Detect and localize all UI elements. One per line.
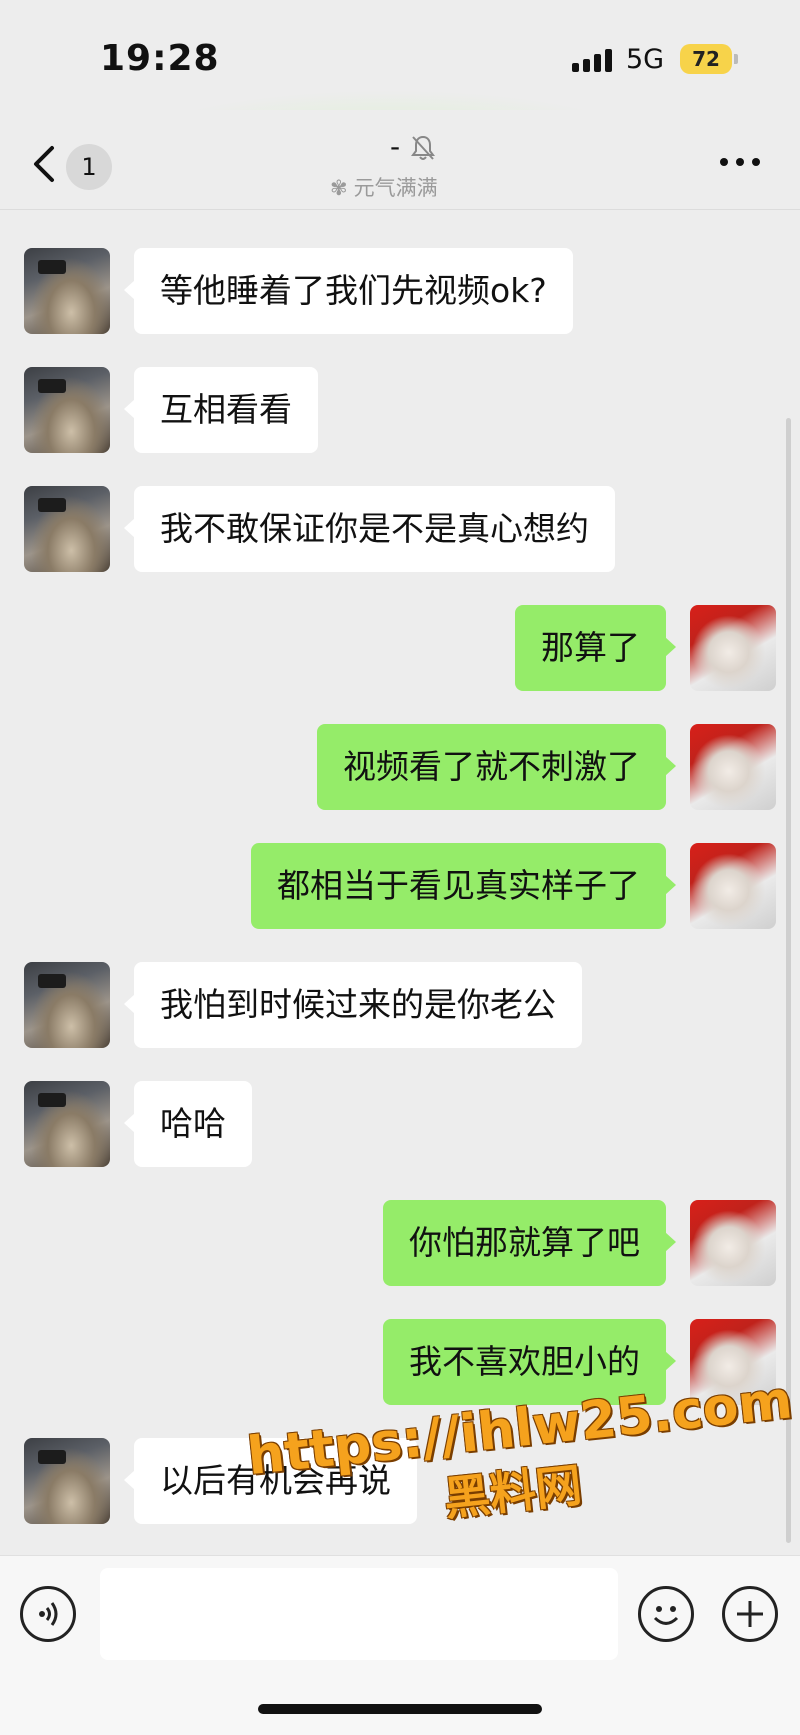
contact-avatar[interactable]: [24, 1438, 110, 1524]
more-icon[interactable]: [720, 158, 764, 168]
message-bubble[interactable]: 视频看了就不刺激了: [317, 724, 676, 810]
signal-icon: [572, 48, 616, 72]
message-bubble[interactable]: 等他睡着了我们先视频ok?: [124, 248, 573, 334]
bell-off-icon: [410, 134, 436, 162]
message-bubble[interactable]: 那算了: [515, 605, 676, 691]
contact-avatar[interactable]: [24, 248, 110, 334]
message-bubble[interactable]: 都相当于看见真实样子了: [251, 843, 676, 929]
plus-icon[interactable]: [722, 1586, 778, 1642]
chat-header: 1 - ✾ 元气满满: [0, 110, 800, 210]
status-subtitle-text: 元气满满: [353, 176, 438, 200]
message-row: 我不敢保证你是不是真心想约: [0, 486, 800, 574]
message-row: 哈哈: [0, 1081, 800, 1169]
message-row: 等他睡着了我们先视频ok?: [0, 248, 800, 336]
message-row: 我怕到时候过来的是你老公: [0, 962, 800, 1050]
message-input[interactable]: [100, 1568, 618, 1660]
message-row: 都相当于看见真实样子了: [0, 843, 800, 931]
chevron-left-icon[interactable]: [30, 144, 60, 184]
my-avatar[interactable]: [690, 605, 776, 691]
my-avatar[interactable]: [690, 724, 776, 810]
contact-avatar[interactable]: [24, 1081, 110, 1167]
unread-count-badge[interactable]: 1: [66, 144, 112, 190]
battery-icon: 72: [680, 44, 738, 74]
status-icon: ✾: [330, 176, 348, 200]
my-avatar[interactable]: [690, 843, 776, 929]
my-avatar[interactable]: [690, 1200, 776, 1286]
message-bubble[interactable]: 哈哈: [124, 1081, 252, 1167]
message-bubble[interactable]: 我不敢保证你是不是真心想约: [124, 486, 615, 572]
contact-avatar[interactable]: [24, 486, 110, 572]
contact-avatar[interactable]: [24, 367, 110, 453]
status-subtitle: ✾ 元气满满: [330, 172, 438, 202]
voice-icon[interactable]: [20, 1586, 76, 1642]
status-time: 19:28: [100, 38, 220, 79]
chat-title: -: [390, 130, 401, 163]
network-type: 5G: [626, 44, 665, 75]
message-row: 那算了: [0, 605, 800, 693]
emoji-icon[interactable]: [638, 1586, 694, 1642]
message-row: 你怕那就算了吧: [0, 1200, 800, 1288]
message-row: 视频看了就不刺激了: [0, 724, 800, 812]
message-bubble[interactable]: 互相看看: [124, 367, 318, 453]
message-bubble[interactable]: 你怕那就算了吧: [383, 1200, 676, 1286]
home-indicator: [258, 1704, 542, 1714]
message-row: 互相看看: [0, 367, 800, 455]
contact-avatar[interactable]: [24, 962, 110, 1048]
message-list[interactable]: 等他睡着了我们先视频ok? 互相看看 我不敢保证你是不是真心想约 那算了 视频看…: [0, 212, 800, 1552]
message-bubble[interactable]: 我怕到时候过来的是你老公: [124, 962, 582, 1048]
